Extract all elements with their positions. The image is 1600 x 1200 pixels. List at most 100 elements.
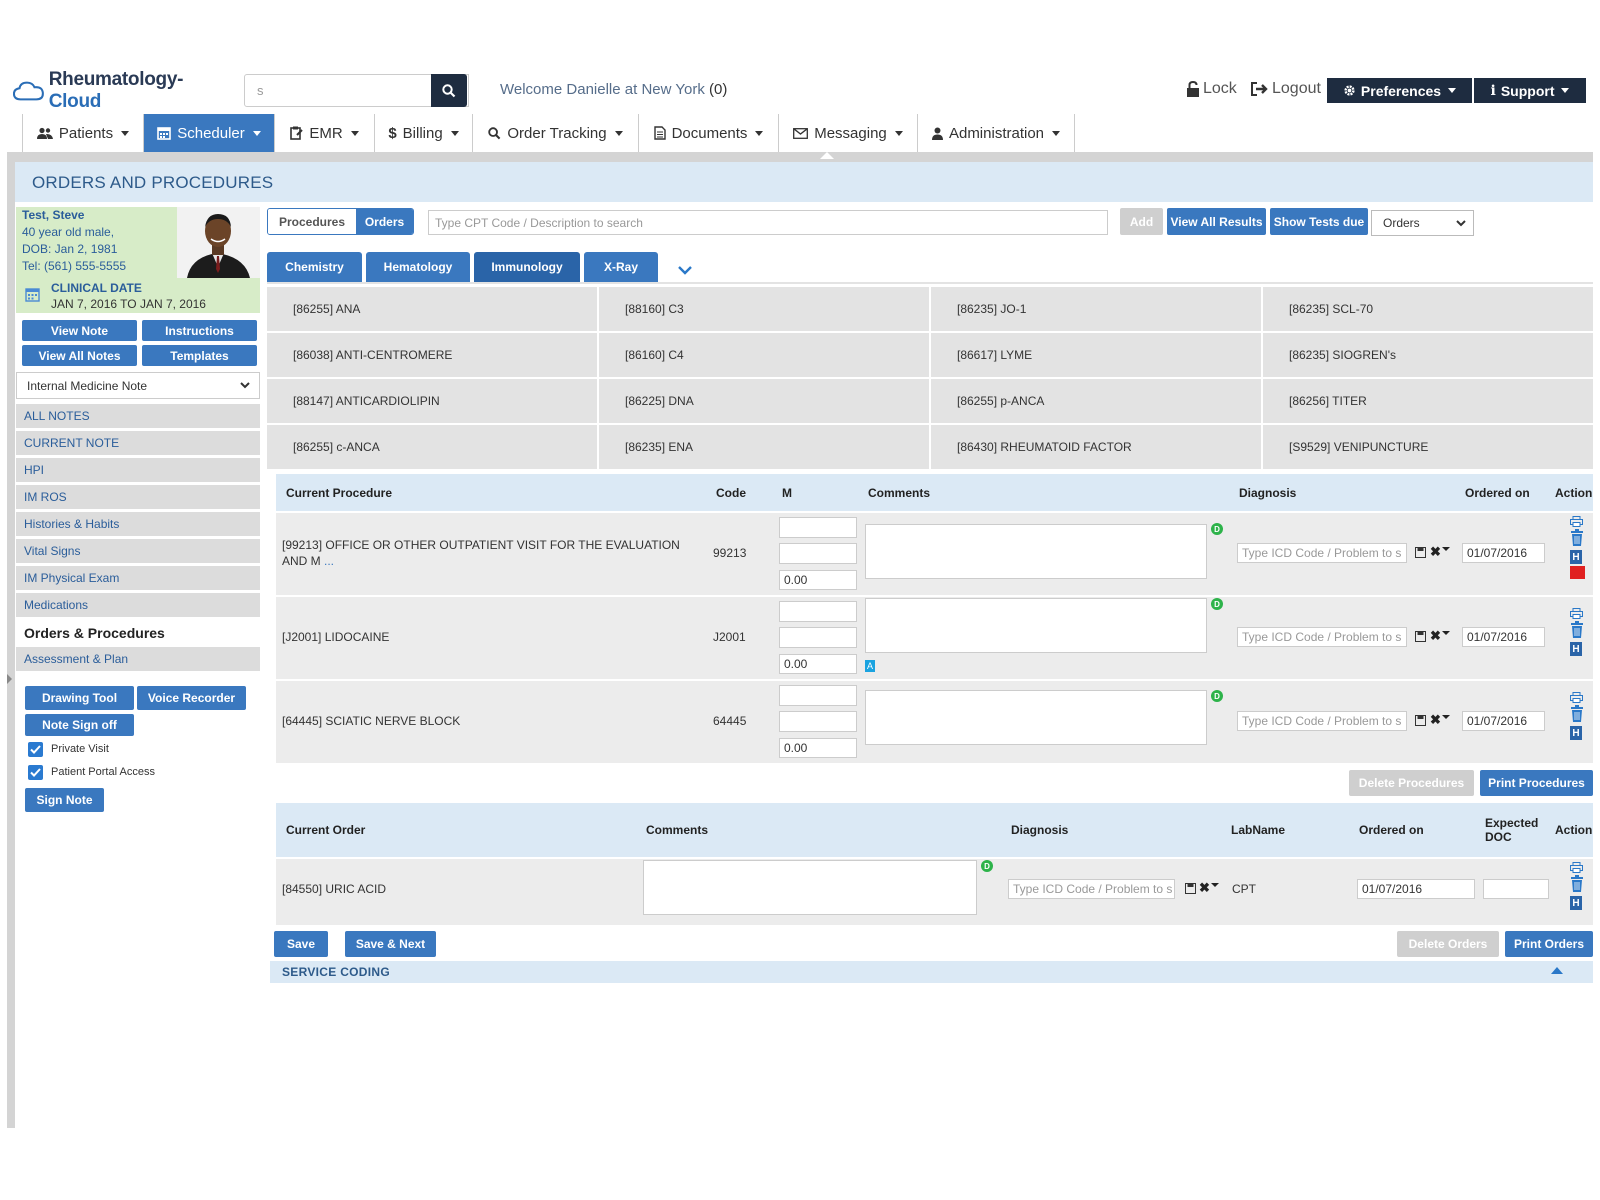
service-coding-bar[interactable] <box>270 961 1593 983</box>
test-item[interactable]: [86160] C4 <box>599 333 929 377</box>
icd-search-input[interactable]: Type ICD Code / Problem to s <box>1237 627 1407 647</box>
test-item[interactable]: [88147] ANTICARDIOLIPIN <box>267 379 597 423</box>
nav-scheduler[interactable]: Scheduler <box>144 114 275 152</box>
sidebar-item-physical-exam[interactable]: IM Physical Exam <box>16 566 260 590</box>
icd-search-input[interactable]: Type ICD Code / Problem to s <box>1008 879 1175 899</box>
search-button[interactable] <box>431 74 467 107</box>
print-icon[interactable] <box>1570 516 1583 527</box>
alert-badge[interactable] <box>1570 566 1585 579</box>
view-all-notes-button[interactable]: View All Notes <box>22 345 137 366</box>
procedures-tab[interactable]: Procedures <box>268 209 356 234</box>
templates-button[interactable]: Templates <box>142 345 257 366</box>
add-button[interactable]: Add <box>1120 208 1163 235</box>
nav-billing[interactable]: $ Billing <box>375 114 473 152</box>
print-orders-button[interactable]: Print Orders <box>1505 931 1593 957</box>
trash-icon[interactable] <box>1570 705 1584 722</box>
lock-button[interactable]: Lock <box>1186 80 1237 98</box>
test-item[interactable]: [86617] LYME <box>931 333 1261 377</box>
icd-search-input[interactable]: Type ICD Code / Problem to s <box>1237 711 1407 731</box>
modifier-input[interactable] <box>779 517 857 538</box>
print-icon[interactable] <box>1570 862 1583 873</box>
orders-tab[interactable]: Orders <box>356 209 413 234</box>
show-tests-due-button[interactable]: Show Tests due <box>1270 208 1368 235</box>
test-item[interactable]: [S9529] VENIPUNCTURE <box>1263 425 1593 469</box>
history-badge[interactable]: H <box>1570 896 1582 910</box>
nav-patients[interactable]: Patients <box>23 114 144 152</box>
sidebar-item-vital-signs[interactable]: Vital Signs <box>16 539 260 563</box>
nav-administration[interactable]: Administration <box>918 114 1075 152</box>
nav-emr[interactable]: EMR <box>275 114 375 152</box>
portal-access-checkbox[interactable] <box>28 765 43 780</box>
note-sign-off-button[interactable]: Note Sign off <box>25 714 134 736</box>
nav-order-tracking[interactable]: Order Tracking <box>473 114 639 152</box>
test-item[interactable]: [86235] SCL-70 <box>1263 287 1593 331</box>
save-icon[interactable] <box>1415 547 1426 558</box>
test-item[interactable]: [86255] ANA <box>267 287 597 331</box>
tab-immunology[interactable]: Immunology <box>474 252 580 282</box>
private-visit-checkbox[interactable] <box>28 742 43 757</box>
modifier-input[interactable] <box>779 711 857 732</box>
sidebar-item-orders-procedures[interactable]: Orders & Procedures <box>16 621 260 645</box>
ordered-on-input[interactable]: 01/07/2016 <box>1462 711 1545 731</box>
comments-textarea[interactable] <box>865 598 1207 653</box>
logout-button[interactable]: Logout <box>1250 80 1321 98</box>
save-icon[interactable] <box>1415 631 1426 642</box>
test-item[interactable]: [86235] ENA <box>599 425 929 469</box>
nav-documents[interactable]: Documents <box>639 114 779 152</box>
support-menu[interactable]: i Support <box>1474 78 1586 103</box>
expected-doc-input[interactable] <box>1483 879 1549 899</box>
test-item[interactable]: [86225] DNA <box>599 379 929 423</box>
patient-name[interactable]: Test, Steve <box>22 208 84 222</box>
units-input[interactable]: 0.00 <box>779 570 857 590</box>
modifier-input[interactable] <box>779 685 857 706</box>
sign-note-button[interactable]: Sign Note <box>25 788 104 812</box>
modifier-input[interactable] <box>779 543 857 564</box>
save-icon[interactable] <box>1415 715 1426 726</box>
voice-recorder-button[interactable]: Voice Recorder <box>137 686 246 710</box>
sidebar-item-current-note[interactable]: CURRENT NOTE <box>16 431 260 455</box>
clear-icon[interactable]: ✖ <box>1199 880 1219 896</box>
sidebar-item-medications[interactable]: Medications <box>16 593 260 617</box>
sidebar-item-im-ros[interactable]: IM ROS <box>16 485 260 509</box>
note-type-select[interactable]: Internal Medicine Note <box>16 372 260 399</box>
sidebar-item-hpi[interactable]: HPI <box>16 458 260 482</box>
history-badge[interactable]: H <box>1570 726 1582 740</box>
instructions-button[interactable]: Instructions <box>142 320 257 341</box>
test-item[interactable]: [86256] TITER <box>1263 379 1593 423</box>
comments-textarea[interactable] <box>865 524 1207 579</box>
test-item[interactable]: [86038] ANTI-CENTROMERE <box>267 333 597 377</box>
filter-select[interactable]: Orders <box>1371 210 1474 236</box>
procedure-more-link[interactable]: ... <box>324 554 334 568</box>
sidebar-item-histories[interactable]: Histories & Habits <box>16 512 260 536</box>
clear-icon[interactable]: ✖ <box>1430 712 1450 728</box>
test-item[interactable]: [86255] c-ANCA <box>267 425 597 469</box>
clear-icon[interactable]: ✖ <box>1430 628 1450 644</box>
tab-chemistry[interactable]: Chemistry <box>267 252 362 282</box>
cpt-search-input[interactable]: Type CPT Code / Description to search <box>428 210 1108 235</box>
history-badge[interactable]: H <box>1570 550 1582 564</box>
test-item[interactable]: [88160] C3 <box>599 287 929 331</box>
history-badge[interactable]: H <box>1570 642 1582 656</box>
drawing-tool-button[interactable]: Drawing Tool <box>25 686 134 710</box>
test-item[interactable]: [86235] JO-1 <box>931 287 1261 331</box>
trash-icon[interactable] <box>1570 875 1584 892</box>
save-button[interactable]: Save <box>274 931 328 957</box>
tab-hematology[interactable]: Hematology <box>366 252 470 282</box>
trash-icon[interactable] <box>1570 529 1584 546</box>
print-icon[interactable] <box>1570 608 1583 619</box>
delete-procedures-button[interactable]: Delete Procedures <box>1349 770 1474 796</box>
nav-messaging[interactable]: Messaging <box>779 114 918 152</box>
modifier-input[interactable] <box>779 627 857 648</box>
units-input[interactable]: 0.00 <box>779 654 857 674</box>
notification-count[interactable]: (0) <box>709 81 727 98</box>
icd-search-input[interactable]: Type ICD Code / Problem to s <box>1237 543 1407 563</box>
print-icon[interactable] <box>1570 692 1583 703</box>
app-logo[interactable]: Rheumatology-Cloud <box>13 69 223 112</box>
delete-orders-button[interactable]: Delete Orders <box>1397 931 1499 957</box>
save-next-button[interactable]: Save & Next <box>345 931 436 957</box>
preferences-menu[interactable]: Preferences <box>1327 78 1472 103</box>
modifier-input[interactable] <box>779 601 857 622</box>
ordered-on-input[interactable]: 01/07/2016 <box>1462 543 1545 563</box>
print-procedures-button[interactable]: Print Procedures <box>1480 770 1593 796</box>
sidebar-item-all-notes[interactable]: ALL NOTES <box>16 404 260 428</box>
